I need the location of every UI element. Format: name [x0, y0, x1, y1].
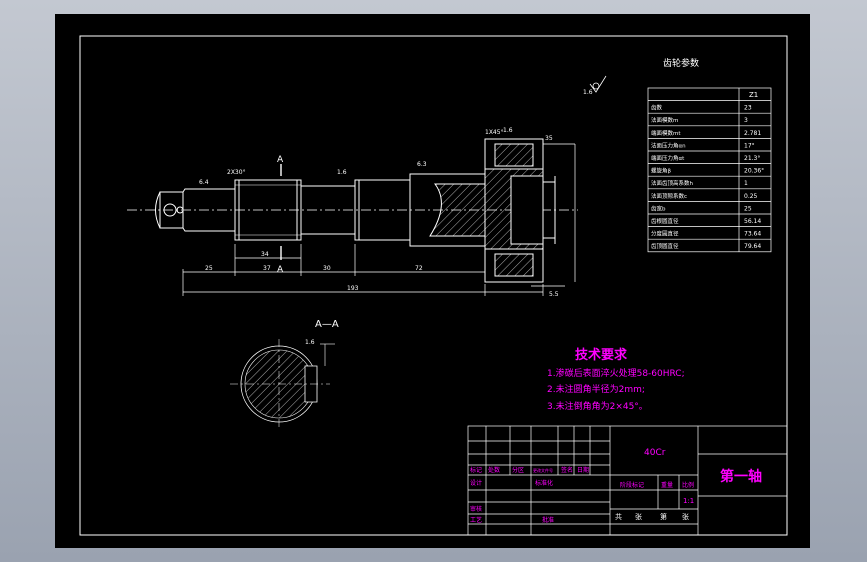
dim-72: 72 — [415, 265, 423, 272]
gear-param-value: 56.14 — [744, 218, 761, 225]
gear-param-value: 17° — [744, 142, 755, 149]
dim-25: 25 — [205, 265, 213, 272]
gear-param-label: 法面压力角αn — [651, 141, 686, 149]
dim-37: 37 — [263, 265, 271, 272]
tb-scale-label: 比例 — [682, 481, 694, 489]
gear-param-value: 25 — [744, 205, 752, 212]
dim-193: 193 — [347, 285, 359, 292]
gear-param-label: 端面压力角αt — [651, 154, 685, 162]
cad-viewport[interactable]: 25 37 30 72 193 34 35 5.5 1X45° 2X30° 6.… — [0, 0, 867, 562]
tb-label-change: 更改文件号 — [533, 467, 553, 473]
dim-35: 35 — [545, 135, 553, 142]
shaft-view — [127, 138, 578, 283]
tech-req-item-1: 1.渗碳后表面淬火处理58-60HRC; — [547, 367, 685, 379]
tb-approve: 批准 — [542, 516, 554, 524]
tb-total: 共 — [615, 512, 622, 521]
section-a-a: A—A — [230, 319, 339, 429]
gear-param-label: 法面齿顶高系数h — [651, 179, 694, 187]
gear-param-value: 1 — [744, 180, 748, 187]
gear-param-label: 分度圆直径 — [651, 230, 679, 238]
roughness-e: 1.6 — [583, 89, 593, 96]
tb-process: 工艺 — [470, 516, 482, 524]
roughness-c: 6.3 — [417, 161, 427, 168]
gear-param-value: 79.64 — [744, 243, 761, 250]
roughness-d: 1.6 — [503, 127, 513, 134]
roughness-f: 1.6 — [305, 339, 315, 346]
gear-param-label: 法面模数m — [651, 116, 678, 124]
gear-param-label: 齿宽b — [651, 204, 666, 212]
tb-material: 40Cr — [644, 448, 666, 458]
section-title: A—A — [315, 319, 339, 330]
gear-param-value: 21.3° — [744, 155, 760, 162]
gear-param-value: 0.25 — [744, 193, 758, 200]
gear-param-value: 2.781 — [744, 130, 761, 137]
gear-param-value: 20.36° — [744, 168, 764, 175]
gear-table-title: 齿轮参数 — [663, 57, 699, 69]
dim-30: 30 — [323, 265, 331, 272]
gear-param-label: 齿顶圆直径 — [651, 242, 679, 250]
tb-stage: 阶段标记 — [620, 481, 644, 489]
tech-requirements: 技术要求 1.渗碳后表面淬火处理58-60HRC; 2.未注圆角半径为2mm; … — [547, 347, 685, 412]
gear-param-label: 齿根圆直径 — [651, 217, 679, 225]
gear-param-label: 法面顶隙系数c — [651, 192, 687, 200]
tb-review: 审核 — [470, 505, 482, 513]
gear-param-value: 3 — [744, 117, 748, 124]
tb-part-name: 第一轴 — [720, 468, 762, 485]
drawing-sheet: 25 37 30 72 193 34 35 5.5 1X45° 2X30° 6.… — [55, 14, 810, 548]
tb-scale-value: 1:1 — [683, 497, 694, 505]
tech-req-item-2: 2.未注圆角半径为2mm; — [547, 383, 645, 395]
gear-param-label: 螺旋角β — [651, 167, 672, 175]
chamfer-1x45: 1X45° — [485, 129, 504, 136]
tb-label-date: 日期 — [577, 466, 589, 474]
cad-drawing: 25 37 30 72 193 34 35 5.5 1X45° 2X30° 6.… — [79, 35, 788, 536]
gear-param-table: 齿轮参数 Z1 齿数 23 法面模数m 3 端面模数mt 2.781 法面压力角αn 17° 端面… — [647, 57, 772, 253]
roughness-a: 6.4 — [199, 179, 209, 186]
tb-standard: 标准化 — [535, 479, 553, 487]
tech-req-title: 技术要求 — [575, 347, 628, 363]
tb-label-mark: 标记 — [470, 466, 482, 474]
roughness-b: 1.6 — [337, 169, 347, 176]
tb-weight: 重量 — [661, 481, 673, 489]
inner-frame — [79, 35, 788, 536]
gear-param-value: 23 — [744, 105, 752, 112]
dim-5-5: 5.5 — [549, 291, 559, 298]
tb-page: 第 — [660, 512, 667, 521]
tb-label-sign: 签名 — [561, 466, 573, 474]
gear-param-label: 齿数 — [651, 104, 663, 112]
tb-label-zone: 分区 — [512, 466, 524, 474]
tech-req-item-3: 3.未注倒角角为2×45°。 — [547, 400, 648, 412]
tb-label-count: 处数 — [488, 466, 500, 474]
chamfer-2x30: 2X30° — [227, 169, 246, 176]
gear-param-label: 端面模数mt — [651, 129, 681, 137]
section-mark-bottom: A — [277, 265, 284, 275]
gear-param-value: 73.64 — [744, 231, 761, 238]
tb-page-sheet: 张 — [682, 512, 689, 521]
dim-34: 34 — [261, 251, 269, 258]
tb-sheet: 张 — [635, 512, 642, 521]
gear-table-header: Z1 — [749, 91, 758, 99]
tb-design: 设计 — [470, 479, 482, 487]
section-mark-top: A — [277, 155, 284, 165]
